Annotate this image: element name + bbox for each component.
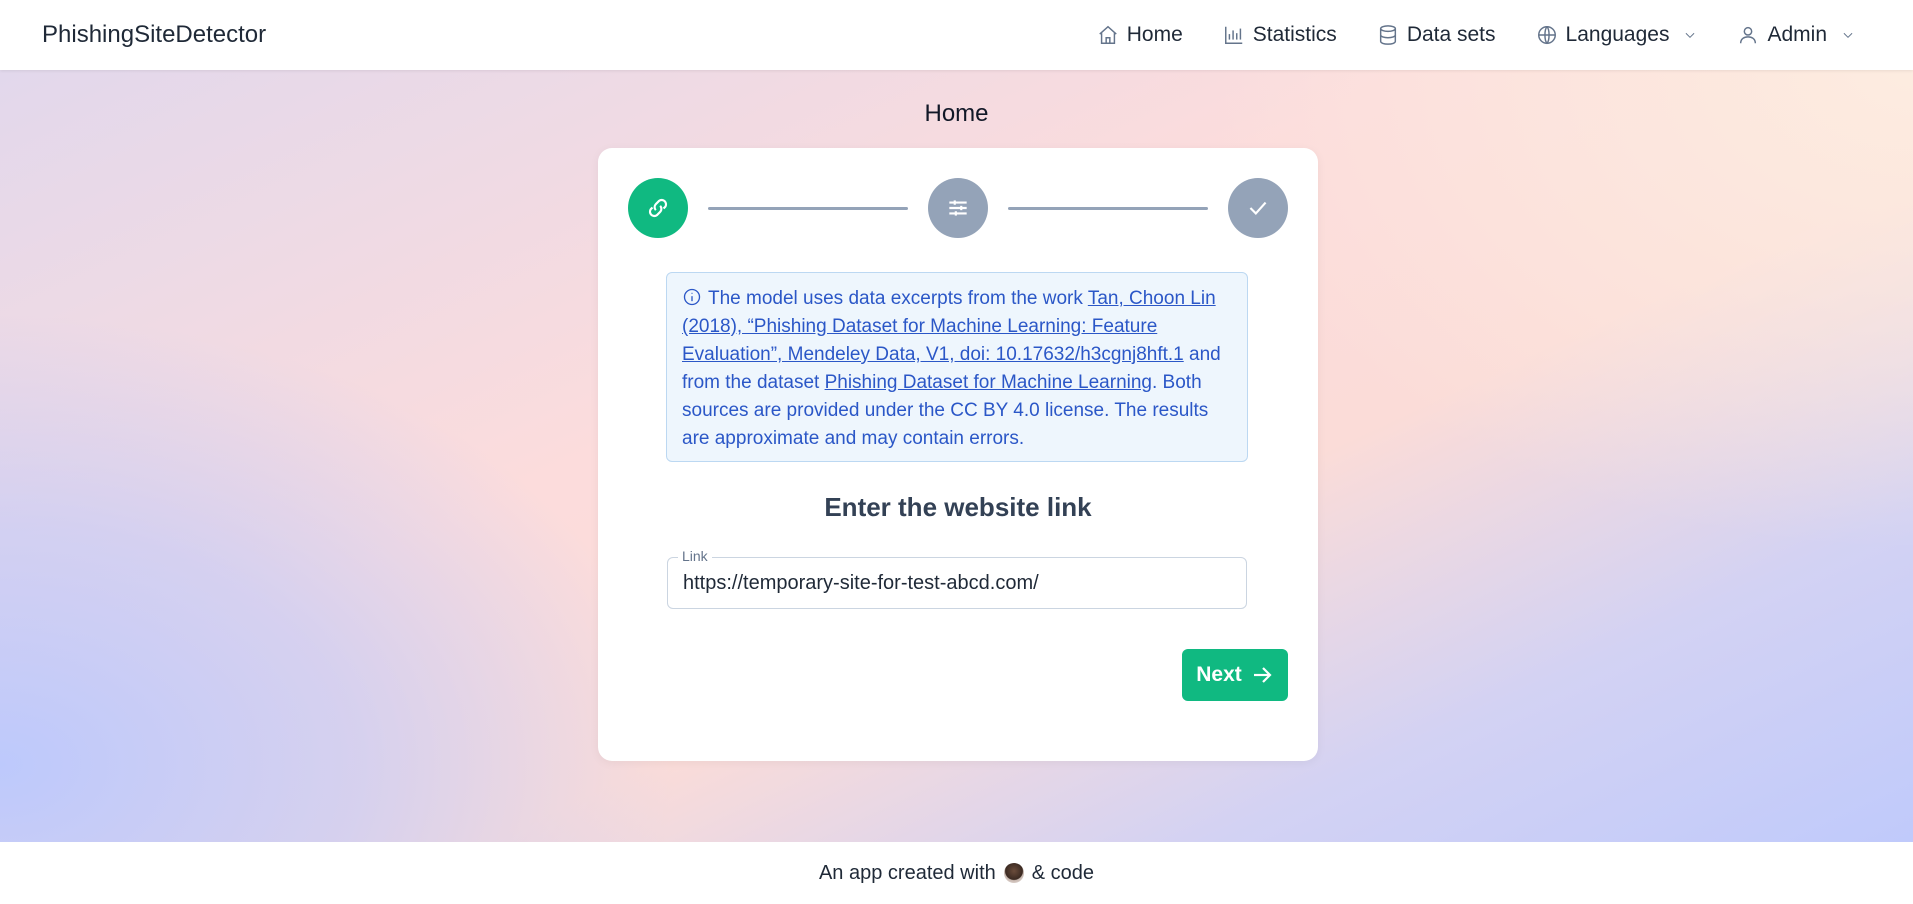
info-text-before: The model uses data excerpts from the wo… [708,288,1088,309]
database-icon [1379,25,1396,45]
info-alert: The model uses data excerpts from the wo… [666,272,1248,462]
footer-text-after: & code [1031,861,1095,884]
link-field-label: Link [678,548,712,564]
step-link[interactable] [628,178,688,238]
chevron-down-icon [1843,32,1853,38]
wizard-card: The model uses data excerpts from the wo… [598,148,1318,761]
step-result[interactable] [1228,178,1288,238]
step-settings[interactable] [928,178,988,238]
nav-home-label: Home [1126,23,1183,46]
check-icon [1249,201,1267,215]
form-title: Enter the website link [824,492,1092,522]
top-navbar: PhishingSiteDetector Home Statistics Dat… [0,0,1913,70]
nav-admin-label: Admin [1767,23,1827,46]
nav-datasets[interactable]: Data sets [1377,23,1496,47]
step-connector [1008,207,1208,210]
coffee-icon [1003,863,1024,883]
info-dataset-link[interactable]: Phishing Dataset for Machine Learning [825,372,1152,393]
link-input[interactable] [668,558,1246,608]
next-button-label: Next [1196,663,1242,686]
nav-datasets-label: Data sets [1406,23,1496,46]
sliders-icon [949,200,967,216]
nav-languages[interactable]: Languages [1536,23,1698,47]
chevron-down-icon [1686,32,1695,38]
nav-home[interactable]: Home [1097,23,1183,47]
user-icon [1740,26,1757,44]
brand-logo[interactable]: PhishingSiteDetector [42,21,266,49]
page-title: Home [924,100,989,127]
step-connector [708,207,908,210]
arrow-right-icon [1253,667,1272,683]
nav-admin[interactable]: Admin [1737,23,1855,47]
next-button[interactable]: Next [1182,649,1288,701]
nav-statistics-label: Statistics [1252,23,1337,46]
info-icon [683,288,701,306]
footer-text-before: An app created with [818,861,996,884]
stepper [628,178,1288,238]
link-icon [648,198,668,218]
link-field: Link [667,548,1247,609]
footer: An app created with & code [0,842,1913,904]
main-nav: Home Statistics Data sets Languages Admi… [1097,23,1855,47]
home-icon [1099,25,1117,44]
bar-chart-icon [1224,26,1243,44]
globe-icon [1537,26,1556,45]
nav-languages-label: Languages [1565,23,1670,46]
nav-statistics[interactable]: Statistics [1223,23,1337,47]
